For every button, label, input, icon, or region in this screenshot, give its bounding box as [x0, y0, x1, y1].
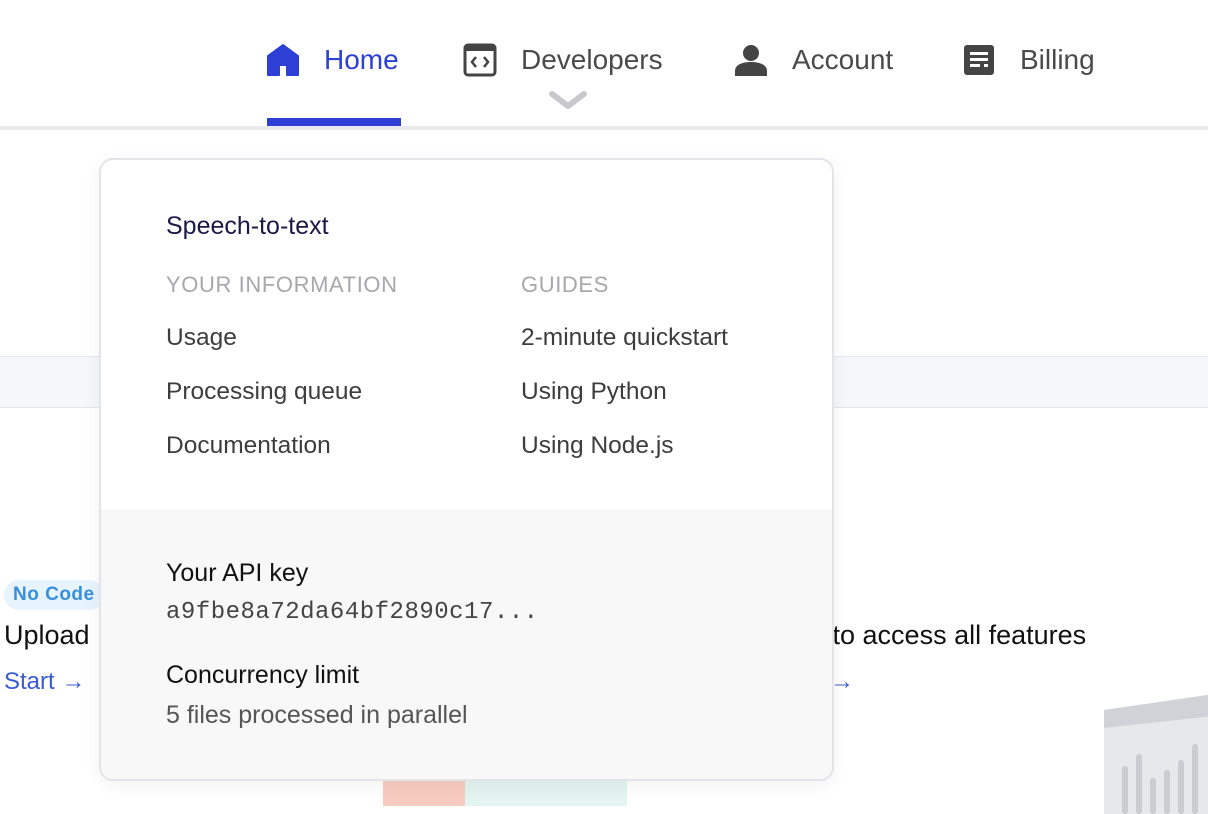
api-key-label: Your API key	[166, 559, 309, 587]
nav-tab-label: Developers	[521, 44, 663, 75]
home-icon	[266, 43, 300, 77]
guides-heading: GUIDES	[521, 272, 609, 297]
person-icon	[734, 43, 768, 77]
upload-card-title: Upload	[4, 620, 90, 650]
illustration-center	[465, 778, 627, 806]
nodejs-guide-link[interactable]: Using Node.js	[521, 431, 728, 485]
nav-tab-home[interactable]: Home	[266, 36, 399, 84]
usage-link[interactable]: Usage	[166, 323, 398, 377]
nav-tab-developers[interactable]: Developers	[463, 36, 663, 84]
no-code-badge: No Code	[4, 580, 104, 610]
illustration-left	[383, 778, 465, 806]
nav-tab-account[interactable]: Account	[734, 36, 893, 84]
dropdown-footer: Your API key a9fbe8a72da64bf2890c17... C…	[101, 509, 832, 779]
processing-queue-link[interactable]: Processing queue	[166, 377, 398, 431]
your-information-column: YOUR INFORMATION Usage Processing queue …	[166, 272, 398, 485]
api-key-value[interactable]: a9fbe8a72da64bf2890c17...	[166, 599, 539, 626]
start-link[interactable]: Start →	[4, 668, 85, 696]
concurrency-label: Concurrency limit	[166, 661, 360, 689]
python-guide-link[interactable]: Using Python	[521, 377, 728, 431]
nav-tab-label: Account	[792, 44, 894, 75]
code-window-icon	[463, 43, 497, 77]
concurrency-value: 5 files processed in parallel	[166, 701, 468, 729]
receipt-icon	[962, 43, 996, 77]
features-card-title: e to access all features	[810, 620, 1087, 650]
your-information-heading: YOUR INFORMATION	[166, 272, 398, 297]
active-tab-indicator	[267, 118, 401, 126]
nav-tab-label: Home	[324, 44, 399, 75]
nav-tab-billing[interactable]: Billing	[962, 36, 1095, 84]
chevron-down-icon	[549, 91, 587, 109]
developers-dropdown: Speech-to-text YOUR INFORMATION Usage Pr…	[99, 158, 834, 781]
guides-column: GUIDES 2-minute quickstart Using Python …	[521, 272, 728, 485]
nav-divider	[0, 126, 1208, 130]
nav-tab-label: Billing	[1020, 44, 1095, 75]
documentation-link[interactable]: Documentation	[166, 431, 398, 485]
quickstart-link[interactable]: 2-minute quickstart	[521, 323, 728, 377]
waveform-illustration	[1104, 694, 1208, 814]
top-nav: Home Developers Account Billing	[0, 0, 1208, 126]
dropdown-title: Speech-to-text	[166, 212, 329, 240]
